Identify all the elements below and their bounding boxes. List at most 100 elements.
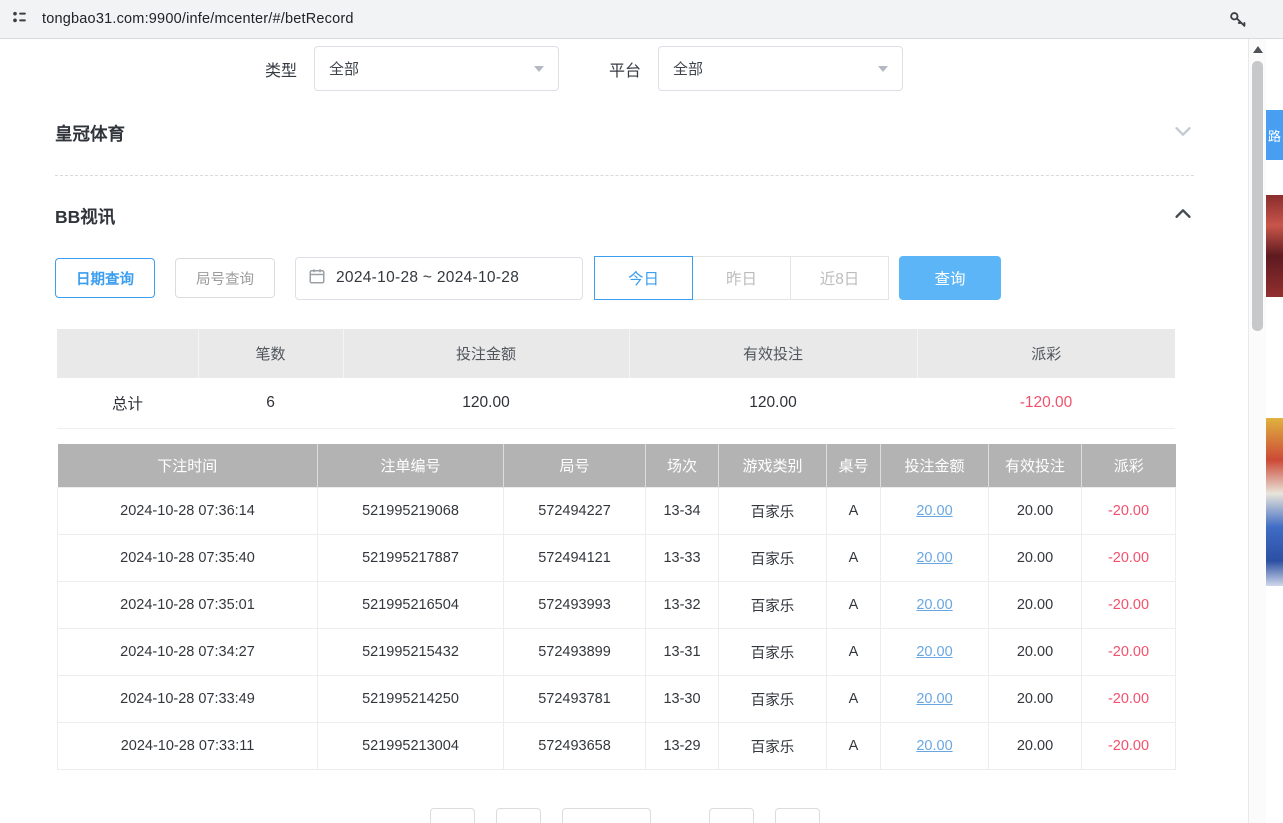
right-edge-strip: 路 xyxy=(1266,39,1283,823)
section-bb-video[interactable]: BB视讯 xyxy=(55,176,1194,256)
round-query-tab[interactable]: 局号查询 xyxy=(175,258,275,298)
date-range-input[interactable]: 2024-10-28 ~ 2024-10-28 xyxy=(295,257,583,300)
session-cell: 13-32 xyxy=(646,582,719,629)
chevron-down-icon[interactable] xyxy=(1172,120,1194,147)
bet-amount-cell: 20.00 xyxy=(881,629,989,676)
pagination-page-input[interactable] xyxy=(562,808,651,823)
game-type-cell: 百家乐 xyxy=(719,723,827,770)
game-type-cell: 百家乐 xyxy=(719,535,827,582)
payout-cell: -20.00 xyxy=(1082,629,1176,676)
valid-bet-cell: 20.00 xyxy=(989,582,1082,629)
summary-table: 笔数 投注金额 有效投注 派彩 总计 6 120.00 120.00 -120.… xyxy=(57,329,1175,429)
table-no-cell: A xyxy=(827,676,881,723)
bet-time-cell: 2024-10-28 07:33:49 xyxy=(58,676,318,723)
bet-id-cell: 521995214250 xyxy=(318,676,504,723)
col-round-id: 局号 xyxy=(504,444,646,488)
type-select[interactable]: 全部 xyxy=(314,46,559,91)
quick-today-button[interactable]: 今日 xyxy=(594,256,693,300)
valid-bet-cell: 20.00 xyxy=(989,488,1082,535)
round-id-cell: 572493993 xyxy=(504,582,646,629)
scrollbar-up-arrow-icon[interactable] xyxy=(1253,46,1263,53)
address-url[interactable]: tongbao31.com:9900/infe/mcenter/#/betRec… xyxy=(42,11,354,27)
game-type-cell: 百家乐 xyxy=(719,582,827,629)
bet-amount-cell: 20.00 xyxy=(881,488,989,535)
quick-last8days-button[interactable]: 近8日 xyxy=(790,256,889,300)
pagination-first-button[interactable] xyxy=(430,808,475,823)
bet-time-cell: 2024-10-28 07:35:40 xyxy=(58,535,318,582)
game-type-cell: 百家乐 xyxy=(719,629,827,676)
summary-col-count: 笔数 xyxy=(198,329,343,378)
bet-amount-link[interactable]: 20.00 xyxy=(916,503,952,519)
record-row: 2024-10-28 07:36:14 521995219068 5724942… xyxy=(58,488,1176,535)
records-table: 下注时间 注单编号 局号 场次 游戏类别 桌号 投注金额 有效投注 派彩 202… xyxy=(57,444,1176,771)
section-crown-sports[interactable]: 皇冠体育 xyxy=(55,91,1194,175)
payout-cell: -20.00 xyxy=(1082,535,1176,582)
type-label: 类型 xyxy=(265,57,297,81)
col-bet-time: 下注时间 xyxy=(58,444,318,488)
platform-select-value: 全部 xyxy=(673,58,878,79)
round-id-cell: 572493899 xyxy=(504,629,646,676)
summary-count-value: 6 xyxy=(198,378,343,428)
quick-yesterday-button[interactable]: 昨日 xyxy=(692,256,791,300)
summary-valid-bet-value: 120.00 xyxy=(629,378,917,428)
side-banner-thumbnail[interactable] xyxy=(1266,195,1283,297)
bet-id-cell: 521995215432 xyxy=(318,629,504,676)
bet-amount-link[interactable]: 20.00 xyxy=(916,550,952,566)
bet-amount-cell: 20.00 xyxy=(881,582,989,629)
filter-row: 类型 全部 平台 全部 xyxy=(265,46,1249,91)
bet-time-cell: 2024-10-28 07:36:14 xyxy=(58,488,318,535)
summary-col-blank xyxy=(57,329,198,378)
bet-amount-link[interactable]: 20.00 xyxy=(916,597,952,613)
chevron-down-icon xyxy=(534,66,544,72)
pagination xyxy=(0,808,1249,823)
section-crown-title: 皇冠体育 xyxy=(55,121,125,146)
record-row: 2024-10-28 07:33:11 521995213004 5724936… xyxy=(58,723,1176,770)
round-id-cell: 572493658 xyxy=(504,723,646,770)
col-session: 场次 xyxy=(646,444,719,488)
record-row: 2024-10-28 07:33:49 521995214250 5724937… xyxy=(58,676,1176,723)
side-banner-thumbnail[interactable] xyxy=(1266,418,1283,586)
floating-route-tab[interactable]: 路 xyxy=(1266,110,1283,160)
record-row: 2024-10-28 07:35:40 521995217887 5724941… xyxy=(58,535,1176,582)
col-bet-id: 注单编号 xyxy=(318,444,504,488)
table-no-cell: A xyxy=(827,629,881,676)
bet-amount-link[interactable]: 20.00 xyxy=(916,644,952,660)
pagination-prev-button[interactable] xyxy=(496,808,541,823)
section-bb-title: BB视讯 xyxy=(55,204,115,229)
quick-range-group: 今日 昨日 近8日 xyxy=(594,256,889,300)
query-toolbar: 日期查询 局号查询 2024-10-28 ~ 2024-10-28 今日 昨日 … xyxy=(55,256,1249,300)
type-select-value: 全部 xyxy=(329,58,534,79)
valid-bet-cell: 20.00 xyxy=(989,535,1082,582)
game-type-cell: 百家乐 xyxy=(719,488,827,535)
search-button[interactable]: 查询 xyxy=(899,256,1001,300)
summary-col-bet-amount: 投注金额 xyxy=(343,329,629,378)
bet-amount-link[interactable]: 20.00 xyxy=(916,738,952,754)
chevron-up-icon[interactable] xyxy=(1172,203,1194,230)
summary-total-label: 总计 xyxy=(57,378,198,428)
bet-record-page: 类型 全部 平台 全部 皇冠体育 BB视讯 xyxy=(0,39,1249,823)
platform-select[interactable]: 全部 xyxy=(658,46,903,91)
calendar-icon xyxy=(308,267,326,290)
summary-bet-amount-value: 120.00 xyxy=(343,378,629,428)
payout-cell: -20.00 xyxy=(1082,676,1176,723)
summary-col-valid-bet: 有效投注 xyxy=(629,329,917,378)
pagination-last-button[interactable] xyxy=(775,808,820,823)
pagination-next-button[interactable] xyxy=(709,808,754,823)
vertical-scrollbar[interactable] xyxy=(1248,39,1266,823)
pagination-total-text xyxy=(672,808,688,823)
browser-tab-icon[interactable] xyxy=(10,7,30,32)
bet-amount-link[interactable]: 20.00 xyxy=(916,691,952,707)
bet-amount-cell: 20.00 xyxy=(881,723,989,770)
session-cell: 13-29 xyxy=(646,723,719,770)
bet-id-cell: 521995217887 xyxy=(318,535,504,582)
date-query-tab[interactable]: 日期查询 xyxy=(55,258,155,298)
date-range-value: 2024-10-28 ~ 2024-10-28 xyxy=(336,269,519,287)
col-table-no: 桌号 xyxy=(827,444,881,488)
summary-col-payout: 派彩 xyxy=(917,329,1175,378)
password-key-icon[interactable] xyxy=(1227,8,1249,30)
bet-amount-cell: 20.00 xyxy=(881,676,989,723)
col-bet-amount: 投注金额 xyxy=(881,444,989,488)
bet-amount-cell: 20.00 xyxy=(881,535,989,582)
scrollbar-thumb[interactable] xyxy=(1252,61,1263,331)
round-id-cell: 572494227 xyxy=(504,488,646,535)
